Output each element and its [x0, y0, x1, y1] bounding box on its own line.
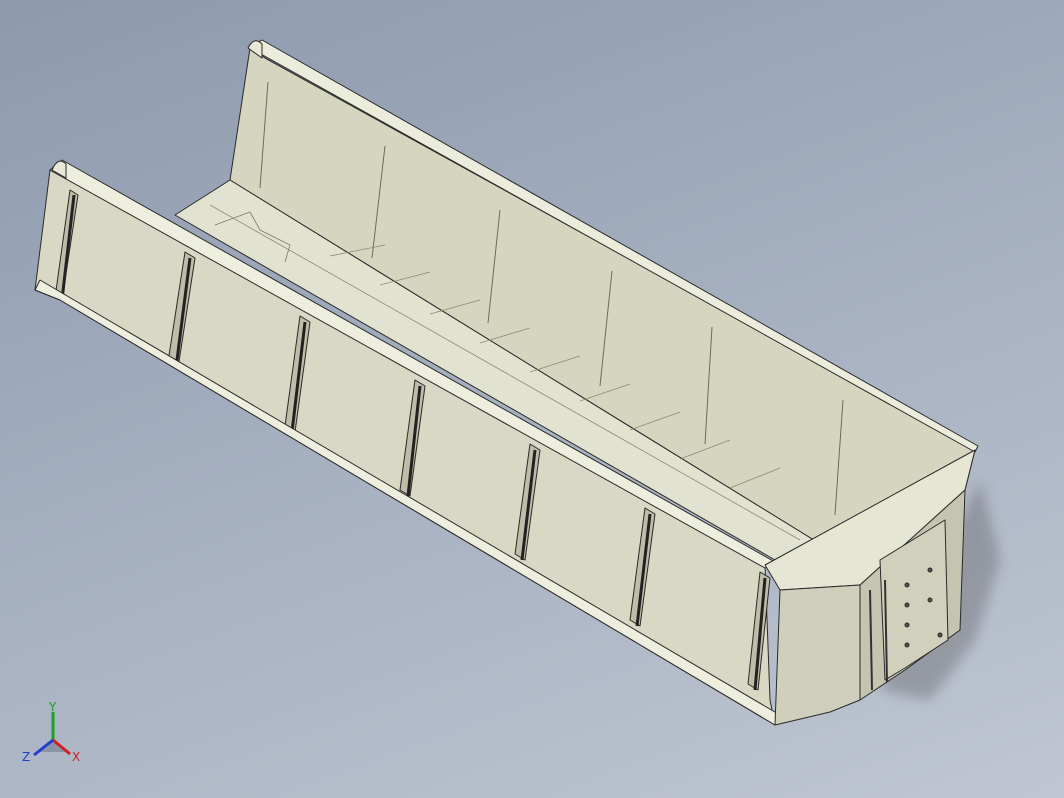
x-axis-label: X — [72, 750, 80, 764]
3d-viewport[interactable]: Y X Z — [0, 0, 1064, 798]
dump-truck-body-model[interactable] — [0, 0, 1064, 798]
tail-end-plate — [774, 584, 861, 726]
orientation-triad[interactable]: Y X Z — [18, 700, 88, 770]
z-axis-label: Z — [22, 750, 30, 764]
y-axis-label: Y — [48, 700, 57, 714]
model-geometry — [34, 39, 979, 726]
